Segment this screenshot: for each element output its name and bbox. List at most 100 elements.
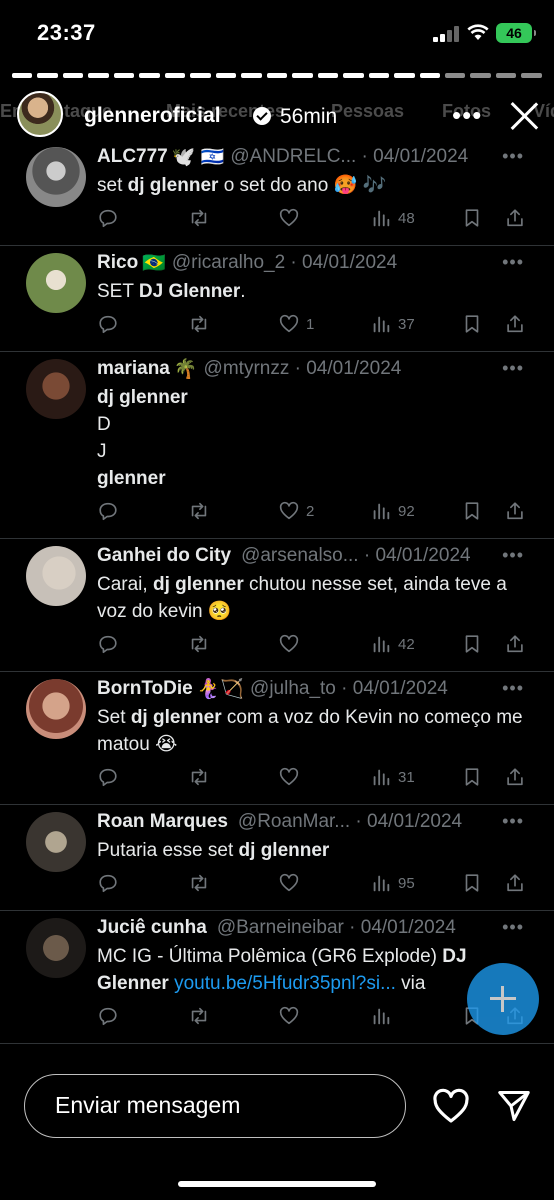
reply-icon[interactable] [97,766,119,788]
like-count: 1 [306,315,315,333]
user-avatar[interactable] [26,147,86,207]
view-count: 92 [398,502,415,520]
user-display-name[interactable]: BornToDie [97,678,193,700]
message-input[interactable]: Enviar mensagem [24,1074,406,1138]
user-avatar[interactable] [26,359,86,419]
views-icon[interactable]: 37 [370,313,415,335]
reply-icon[interactable] [97,313,119,335]
bookmark-icon[interactable] [461,633,483,655]
status-bar: 23:37 46 [0,0,554,62]
retweet-icon[interactable] [188,207,210,229]
like-story-heart-icon[interactable] [432,1088,470,1124]
user-display-name[interactable]: ALC777 [97,146,168,168]
bookmark-icon[interactable] [461,313,483,335]
user-avatar[interactable] [26,253,86,313]
reply-icon[interactable] [97,633,119,655]
name-emoji: 🇧🇷 [142,253,166,274]
tweet-more-icon[interactable]: ••• [502,811,524,832]
verified-badge-icon [253,107,271,125]
retweet-icon[interactable] [188,872,210,894]
story-avatar[interactable] [17,91,63,137]
tweet-feed[interactable]: ••• ALC777 🕊️ 🇮🇱 @ANDRELC... · 04/01/202… [0,140,554,1055]
share-icon[interactable] [504,633,526,655]
views-icon[interactable]: 31 [370,766,415,788]
retweet-icon[interactable] [188,313,210,335]
bookmark-icon[interactable] [461,207,483,229]
views-icon[interactable]: 48 [370,207,415,229]
user-handle-date: @ANDRELC... · 04/01/2024 [230,146,469,167]
tweet-more-icon[interactable]: ••• [502,358,524,379]
bookmark-icon[interactable] [461,766,483,788]
views-icon[interactable]: 95 [370,872,415,894]
name-emoji: 🧜‍♀️🏹 [196,679,245,700]
user-display-name[interactable]: Roan Marques [97,811,228,833]
user-display-name[interactable]: Ganhei do City [97,545,231,567]
user-display-name[interactable]: Rico [97,252,138,274]
user-avatar[interactable] [26,546,86,606]
user-display-name[interactable]: Juciê cunha [97,917,207,939]
user-handle-date: @Barneineibar · 04/01/2024 [216,917,456,938]
user-avatar[interactable] [26,812,86,872]
user-handle-date: @arsenalso... · 04/01/2024 [241,545,471,566]
compose-button[interactable] [467,963,539,1035]
user-avatar[interactable] [26,918,86,978]
share-icon[interactable] [504,207,526,229]
tweet-text: Putaria esse set dj glenner [97,840,330,861]
tweet-more-icon[interactable]: ••• [502,917,524,938]
tweet-text: set dj glenner o set do ano 🥵 🎶 [97,175,387,196]
reply-icon[interactable] [97,872,119,894]
more-options-icon[interactable]: ••• [452,100,482,131]
home-indicator [178,1181,376,1187]
views-icon[interactable]: 92 [370,500,415,522]
tab-pessoas: Pessoas [331,101,405,121]
like-icon[interactable] [278,633,306,655]
close-icon[interactable] [506,98,542,134]
views-icon[interactable]: 42 [370,633,415,655]
tweet-item[interactable]: ••• BornToDie 🧜‍♀️🏹 @julha_to · 04/01/20… [0,672,554,805]
like-icon[interactable] [278,872,306,894]
status-time: 23:37 [37,20,96,45]
user-handle-date: @RoanMar... · 04/01/2024 [237,811,463,832]
like-icon[interactable] [278,207,306,229]
like-icon[interactable]: 1 [278,313,314,335]
retweet-icon[interactable] [188,766,210,788]
tweet-item[interactable]: ••• Juciê cunha @Barneineibar · 04/01/20… [0,911,554,1044]
tweet-text: Set dj glenner com a voz do Kevin no com… [97,707,523,755]
view-count: 95 [398,874,415,892]
retweet-icon[interactable] [188,500,210,522]
story-username[interactable]: glenneroficial [84,104,221,128]
user-avatar[interactable] [26,679,86,739]
tweet-item[interactable]: ••• mariana 🌴 @mtyrnzz · 04/01/2024 dj g… [0,352,554,539]
share-icon[interactable] [504,766,526,788]
reply-bar: Enviar mensagem [0,1060,554,1200]
bookmark-icon[interactable] [461,500,483,522]
share-icon[interactable] [504,500,526,522]
views-icon[interactable] [370,1005,398,1027]
tweet-item[interactable]: ••• Ganhei do City @arsenalso... · 04/01… [0,539,554,672]
bookmark-icon[interactable] [461,872,483,894]
tweet-more-icon[interactable]: ••• [502,146,524,167]
tweet-item[interactable]: ••• Rico 🇧🇷 @ricaralho_2 · 04/01/2024 SE… [0,246,554,352]
user-handle-date: @ricaralho_2 · 04/01/2024 [171,252,398,273]
like-icon[interactable]: 2 [278,500,314,522]
like-icon[interactable] [278,766,306,788]
tweet-text: dj glenner D Jglenner [97,387,188,489]
like-icon[interactable] [278,1005,306,1027]
tweet-more-icon[interactable]: ••• [502,678,524,699]
reply-icon[interactable] [97,500,119,522]
send-icon[interactable] [496,1088,532,1124]
tweet-text: Carai, dj glenner chutou nesse set, aind… [97,574,507,622]
retweet-icon[interactable] [188,633,210,655]
retweet-icon[interactable] [188,1005,210,1027]
tweet-item[interactable]: ••• ALC777 🕊️ 🇮🇱 @ANDRELC... · 04/01/202… [0,140,554,246]
tweet-more-icon[interactable]: ••• [502,252,524,273]
tweet-more-icon[interactable]: ••• [502,545,524,566]
reply-icon[interactable] [97,207,119,229]
like-count: 2 [306,502,315,520]
user-display-name[interactable]: mariana [97,358,170,380]
tweet-item[interactable]: ••• Roan Marques @RoanMar... · 04/01/202… [0,805,554,911]
share-icon[interactable] [504,313,526,335]
share-icon[interactable] [504,872,526,894]
cellular-signal-icon [433,26,459,42]
reply-icon[interactable] [97,1005,119,1027]
